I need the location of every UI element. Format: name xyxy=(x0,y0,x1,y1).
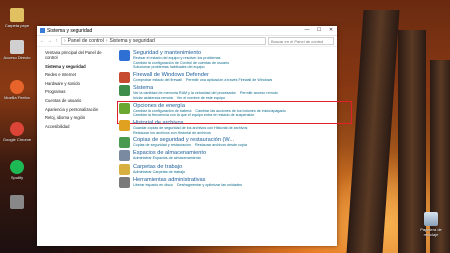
category-link[interactable]: Restaurar los archivos con Historial de … xyxy=(133,131,211,135)
folder-icon xyxy=(10,8,24,22)
window-title: Sistema y seguridad xyxy=(47,27,93,34)
address-bar: ← → ↑ › Panel de control › Sistema y seg… xyxy=(37,36,337,47)
sidebar-item-cuentas[interactable]: Cuentas de usuario xyxy=(45,98,107,103)
category-link[interactable]: Solucionar problemas habituales del equi… xyxy=(133,65,205,69)
chrome-icon xyxy=(10,122,24,136)
search-input[interactable] xyxy=(271,38,323,44)
category-links-row: Liberar espacio en disco Desfragmentar y … xyxy=(133,183,246,188)
category-links-row: Solucionar problemas habituales del equi… xyxy=(133,65,233,70)
category-links-row: Restaurar los archivos con Historial de … xyxy=(133,131,251,136)
sidebar-item-sistema-y-seguridad[interactable]: Sistema y seguridad xyxy=(45,64,107,69)
desktop-icon[interactable] xyxy=(0,195,34,210)
category-links-row: Administrar Carpetas de trabajo xyxy=(133,170,189,175)
address-field[interactable]: › Panel de control › Sistema y seguridad xyxy=(61,37,266,45)
category-icon xyxy=(119,176,130,188)
category-link[interactable]: Administrar Espacios de almacenamiento xyxy=(133,156,201,160)
sidebar-item-reloj[interactable]: Reloj, idioma y región xyxy=(45,115,107,120)
category-icon xyxy=(119,150,130,162)
recycle-bin-icon xyxy=(424,212,438,226)
search-box[interactable] xyxy=(268,37,334,45)
category-item: Seguridad y mantenimiento Revisar el esta… xyxy=(119,50,337,70)
recycle-bin-label: Papelera de reciclaje xyxy=(420,227,442,237)
category-link[interactable]: Ver la cantidad de memoria RAM y la velo… xyxy=(133,91,236,95)
sidebar-item-apariencia[interactable]: Apariencia y personalización xyxy=(45,107,107,112)
category-item: Sistema Ver la cantidad de memoria RAM y … xyxy=(119,85,337,100)
control-panel-icon xyxy=(40,28,45,33)
category-item: Herramientas administrativas Liberar espa… xyxy=(119,176,337,188)
sidebar-item-programas[interactable]: Programas xyxy=(45,89,107,94)
category-link[interactable]: Revisar el estado del equipo y resolver … xyxy=(133,56,221,60)
close-button[interactable]: ✕ xyxy=(325,26,337,35)
category-link[interactable]: Desfragmentar y optimizar las unidades xyxy=(177,183,242,187)
category-icon xyxy=(119,50,130,61)
recycle-bin[interactable]: Papelera de reciclaje xyxy=(414,212,448,237)
window-controls: — ☐ ✕ xyxy=(301,26,337,35)
category-link[interactable]: Liberar espacio en disco xyxy=(133,183,173,187)
category-item: Copias de seguridad y restauración (W...… xyxy=(119,137,337,149)
category-links-row: Guardar copias de seguridad de los archi… xyxy=(133,126,251,131)
category-link[interactable]: Ver el nombre de este equipo xyxy=(177,96,225,100)
category-icon xyxy=(119,137,130,149)
title-bar: Sistema y seguridad — ☐ ✕ xyxy=(37,26,337,36)
desktop-icon-label: Google Chrome xyxy=(2,137,32,142)
category-title[interactable]: Carpetas de trabajo xyxy=(133,164,189,170)
breadcrumb-separator: › xyxy=(105,38,108,44)
category-links-row: Comprobar estado del firewall Permitir un… xyxy=(133,78,276,83)
desktop-icon-label: Carpeta pepe xyxy=(4,23,30,28)
firefox-icon xyxy=(10,80,24,94)
category-link[interactable]: Guardar copias de seguridad de los archi… xyxy=(133,126,247,130)
app-icon xyxy=(10,195,24,209)
category-item: Espacios de almacenamiento Administrar Es… xyxy=(119,150,337,162)
category-link[interactable]: Permitir acceso remoto xyxy=(240,91,278,95)
breadcrumb-panel-de-control[interactable]: Panel de control xyxy=(68,38,104,44)
sidebar: Ventana principal del Panel de control S… xyxy=(37,47,107,247)
category-links-row: Copias de seguridad y restauración Restau… xyxy=(133,143,251,148)
breadcrumb-separator: › xyxy=(64,38,66,44)
category-link[interactable]: Administrar Carpetas de trabajo xyxy=(133,170,185,174)
category-icon xyxy=(119,85,130,97)
desktop-icon-label: Acceso Directo xyxy=(3,55,31,60)
category-link[interactable]: Permitir una aplicación a través Firewal… xyxy=(186,78,272,82)
forward-arrow-icon[interactable]: → xyxy=(47,38,52,44)
category-item: Opciones de energía Cambiar la configurac… xyxy=(117,100,352,124)
category-list: Seguridad y mantenimiento Revisar el esta… xyxy=(107,47,352,247)
breadcrumb-sistema-y-seguridad[interactable]: Sistema y seguridad xyxy=(109,38,154,44)
desktop-icon[interactable]: Acceso Directo xyxy=(0,40,34,60)
category-link[interactable]: Cambiar la configuración de Control de c… xyxy=(133,61,229,65)
desktop-icon-label: Mozilla Firefox xyxy=(4,95,30,100)
category-item: Carpetas de trabajo Administrar Carpetas … xyxy=(119,163,337,175)
category-links-row: Revisar el estado del equipo y resolver … xyxy=(133,56,233,61)
spotify-icon xyxy=(10,160,24,174)
category-item: Historial de archivos Guardar copias de s… xyxy=(119,119,337,136)
content-area: Ventana principal del Panel de control S… xyxy=(37,47,352,247)
minimize-button[interactable]: — xyxy=(301,26,313,35)
category-icon xyxy=(119,163,130,175)
sidebar-item-accesibilidad[interactable]: Accesibilidad xyxy=(45,124,107,129)
sidebar-item-redes[interactable]: Redes e Internet xyxy=(45,72,107,77)
category-link[interactable]: Iniciar asistencia remota xyxy=(133,96,173,100)
category-links-row: Administrar Espacios de almacenamiento xyxy=(133,156,206,161)
category-icon xyxy=(119,71,130,83)
desktop-icon[interactable]: Spotify xyxy=(0,160,34,180)
shortcut-icon xyxy=(10,40,24,54)
up-arrow-icon[interactable]: ↑ xyxy=(54,38,59,44)
category-link[interactable]: Copias de seguridad y restauración xyxy=(133,143,191,147)
sidebar-item-hardware[interactable]: Hardware y sonido xyxy=(45,81,107,86)
desktop-icon[interactable]: Google Chrome xyxy=(0,122,34,142)
maximize-button[interactable]: ☐ xyxy=(313,26,325,35)
category-link[interactable]: Restaurar archivos desde copia xyxy=(195,143,247,147)
control-panel-window: Sistema y seguridad — ☐ ✕ ← → ↑ › Panel … xyxy=(37,26,352,247)
desktop-icon[interactable]: Carpeta pepe xyxy=(0,8,34,28)
back-arrow-icon[interactable]: ← xyxy=(40,38,45,44)
desktop-icon-label: Spotify xyxy=(10,175,24,180)
category-item: Firewall de Windows Defender Comprobar es… xyxy=(119,71,337,83)
category-icon xyxy=(119,119,130,131)
desktop-icon[interactable]: Mozilla Firefox xyxy=(0,80,34,100)
category-link[interactable]: Comprobar estado del firewall xyxy=(133,78,182,82)
sidebar-home-link[interactable]: Ventana principal del Panel de control xyxy=(45,50,107,60)
